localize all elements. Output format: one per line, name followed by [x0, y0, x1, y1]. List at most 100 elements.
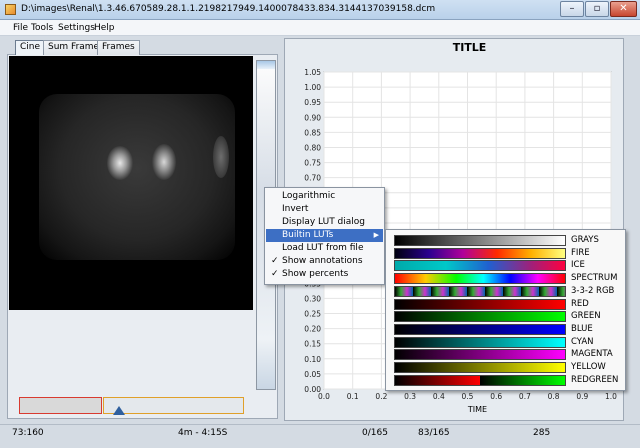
y-tick-label: 1.05	[304, 68, 321, 77]
x-tick-label: 0.2	[375, 392, 387, 401]
status-time: 4m - 4:15S	[178, 428, 228, 438]
minimize-button[interactable]: –	[560, 1, 584, 17]
y-tick-label: 0.25	[304, 310, 321, 319]
check-icon: ✓	[271, 269, 279, 279]
lut-item-yellow[interactable]: YELLOW	[392, 361, 622, 374]
x-tick-label: 0.8	[548, 392, 560, 401]
ctx-item-show-percents[interactable]: Show percents ✓	[266, 268, 383, 281]
maximize-button[interactable]: ▫	[585, 1, 609, 17]
status-value: 285	[533, 428, 551, 438]
builtin-luts-submenu: GRAYS FIRE ICE SPECTRUM 3-3-2 RGB RED GREEN BLU…	[385, 229, 626, 391]
ctx-item-logarithmic[interactable]: Logarithmic	[266, 190, 383, 203]
lut-item-grays[interactable]: GRAYS	[392, 234, 622, 247]
lut-item-3-3-2-rgb[interactable]: 3-3-2 RGB	[392, 285, 622, 298]
lut-name: 3-3-2 RGB	[571, 285, 615, 296]
x-tick-label: 0.0	[318, 392, 330, 401]
lut-swatch	[394, 260, 566, 272]
y-tick-label: 0.30	[304, 294, 321, 303]
context-menu: Logarithmic Invert Display LUT dialog Built…	[264, 187, 385, 285]
submenu-arrow-icon: ▶	[373, 231, 379, 239]
status-position: 73:160	[12, 428, 44, 438]
timeline-start-segment[interactable]	[19, 397, 102, 414]
lut-name: YELLOW	[571, 362, 606, 372]
lut-name: CYAN	[571, 336, 594, 347]
x-tick-label: 0.6	[490, 392, 502, 401]
lut-item-spectrum[interactable]: SPECTRUM	[392, 272, 622, 285]
chart-xlabel: TIME	[467, 405, 487, 414]
ctx-item-label: Logarithmic	[282, 191, 336, 201]
x-tick-label: 0.7	[519, 392, 531, 401]
y-tick-label: 0.90	[304, 113, 321, 122]
ctx-item-load-lut-from-file[interactable]: Load LUT from file	[266, 242, 383, 255]
lut-scale-handle[interactable]	[257, 61, 275, 69]
close-button[interactable]: ✕	[610, 1, 637, 17]
right-kidney-uptake	[152, 144, 176, 180]
y-tick-label: 0.05	[304, 370, 321, 379]
lut-swatch	[394, 298, 566, 310]
menu-help[interactable]: Help	[94, 23, 115, 33]
lut-swatch	[394, 235, 566, 246]
menu-file[interactable]: File	[13, 23, 28, 33]
scan-image-view[interactable]	[9, 56, 253, 310]
tab-frames[interactable]: Frames	[97, 40, 140, 55]
ctx-item-display-lut-dialog[interactable]: Display LUT dialog	[266, 216, 383, 229]
x-tick-label: 0.3	[404, 392, 416, 401]
lut-item-fire[interactable]: FIRE	[392, 247, 622, 260]
lut-item-green[interactable]: GREEN	[392, 310, 622, 323]
menu-tools[interactable]: Tools	[31, 23, 53, 33]
lut-swatch	[394, 323, 566, 335]
x-tick-label: 0.4	[433, 392, 445, 401]
status-frame-start: 0/165	[362, 428, 388, 438]
y-tick-label: 0.10	[304, 355, 321, 364]
lut-item-red[interactable]: RED	[392, 298, 622, 311]
lut-name: GREEN	[571, 311, 601, 322]
lut-name: GRAYS	[571, 235, 599, 245]
lut-swatch	[394, 362, 566, 373]
lut-item-redgreen[interactable]: REDGREEN	[392, 374, 622, 387]
lut-swatch	[394, 285, 566, 297]
lut-name: ICE	[571, 260, 585, 271]
lut-item-blue[interactable]: BLUE	[392, 323, 622, 336]
window-title: D:\images\Renal\1.3.46.670589.28.1.1.219…	[21, 4, 436, 14]
y-tick-label: 0.20	[304, 325, 321, 334]
lut-name: MAGENTA	[571, 349, 613, 360]
scan-body-region	[39, 94, 235, 260]
y-tick-label: 0.75	[304, 159, 321, 168]
ctx-item-label: Display LUT dialog	[282, 217, 365, 227]
ctx-item-builtin-luts[interactable]: Builtin LUTs ▶	[266, 229, 383, 242]
maximize-icon: ▫	[593, 3, 601, 14]
check-icon: ✓	[271, 256, 279, 266]
y-tick-label: 0.95	[304, 98, 321, 107]
lut-swatch	[394, 349, 566, 361]
lut-swatch	[394, 374, 566, 386]
ctx-item-label: Invert	[282, 204, 309, 214]
ctx-item-show-annotations[interactable]: Show annotations ✓	[266, 255, 383, 268]
tab-cine[interactable]: Cine	[15, 40, 46, 55]
status-frame-current: 83/165	[418, 428, 450, 438]
y-tick-label: 0.70	[304, 174, 321, 183]
lut-swatch	[394, 273, 566, 285]
lut-swatch	[394, 247, 566, 259]
close-icon: ✕	[619, 3, 628, 14]
chart-title: TITLE	[453, 41, 487, 54]
x-tick-label: 1.0	[605, 392, 617, 401]
lut-swatch	[394, 336, 566, 348]
ctx-item-invert[interactable]: Invert	[266, 203, 383, 216]
minimize-icon: –	[569, 3, 575, 14]
lut-name: REDGREEN	[571, 374, 619, 385]
y-tick-label: 0.85	[304, 128, 321, 137]
tab-sum-frame[interactable]: Sum Frame	[43, 40, 105, 55]
left-kidney-uptake	[107, 146, 133, 180]
x-tick-label: 0.5	[462, 392, 474, 401]
menu-settings[interactable]: Settings	[58, 23, 95, 33]
y-tick-label: 0.80	[304, 143, 321, 152]
lut-item-cyan[interactable]: CYAN	[392, 336, 622, 349]
y-tick-label: 1.00	[304, 83, 321, 92]
ctx-item-label: Show annotations	[282, 256, 363, 266]
x-tick-label: 0.9	[576, 392, 588, 401]
timeline-marker-icon[interactable]	[113, 406, 125, 415]
lut-item-ice[interactable]: ICE	[392, 259, 622, 272]
ctx-item-label: Builtin LUTs	[282, 230, 334, 240]
lut-swatch	[394, 311, 566, 323]
lut-item-magenta[interactable]: MAGENTA	[392, 348, 622, 361]
